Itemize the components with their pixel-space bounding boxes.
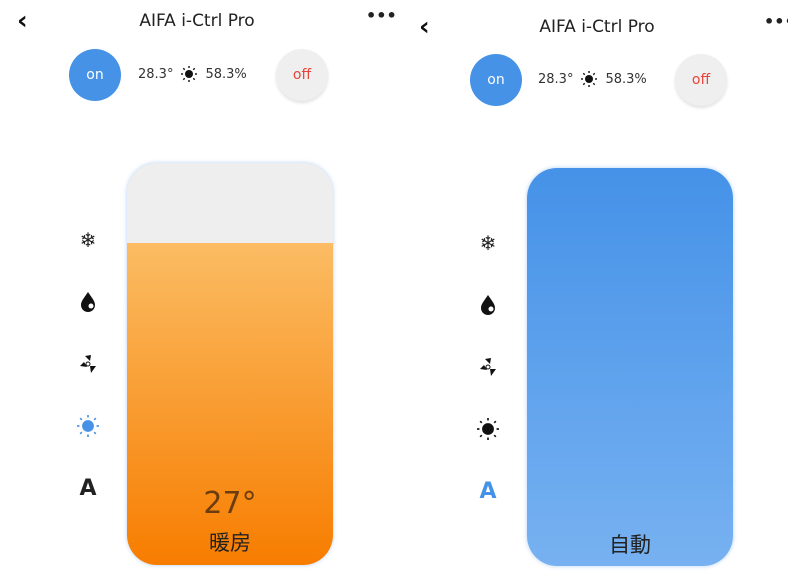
status-readout: 28.3° 58.3%	[138, 66, 247, 82]
temperature-reading: 28.3°	[538, 71, 574, 87]
sun-icon	[477, 418, 499, 440]
mode-dry-button[interactable]	[76, 290, 100, 314]
mode-label: 暖房	[209, 531, 251, 555]
screen-auto: ‹ AIFA i-Ctrl Pro ••• on 28.3° 58.3% off…	[400, 0, 788, 575]
snowflake-icon: ❄	[79, 228, 97, 252]
mode-cool-button[interactable]: ❄	[476, 231, 500, 255]
temperature-reading: 28.3°	[138, 66, 174, 82]
temperature-slider[interactable]: 27° 暖房	[127, 163, 333, 565]
mode-panel[interactable]: 自動	[527, 168, 733, 566]
mode-auto-button[interactable]: A	[476, 478, 500, 504]
app-title: AIFA i-Ctrl Pro	[139, 11, 255, 31]
off-button[interactable]: off	[276, 49, 328, 101]
sun-icon	[181, 66, 198, 82]
humidity-reading: 58.3%	[205, 66, 247, 82]
mode-auto-button[interactable]: A	[76, 475, 100, 501]
mode-heat-button[interactable]	[476, 417, 500, 441]
auto-a-icon: A	[79, 475, 97, 501]
fan-icon	[80, 355, 96, 373]
mode-fan-button[interactable]	[476, 355, 500, 379]
app-title: AIFA i-Ctrl Pro	[539, 17, 655, 37]
screen-heat: ‹ AIFA i-Ctrl Pro ••• on 28.3° 58.3% off…	[0, 0, 397, 575]
sun-icon	[77, 415, 99, 437]
more-button[interactable]: •••	[764, 12, 788, 31]
on-button[interactable]: on	[470, 54, 522, 106]
on-button[interactable]: on	[69, 49, 121, 101]
mode-label: 自動	[609, 533, 651, 557]
humidity-reading: 58.3%	[605, 71, 647, 87]
more-button[interactable]: •••	[366, 6, 397, 25]
mode-fan-button[interactable]	[76, 352, 100, 376]
drop-icon	[481, 295, 495, 315]
sun-icon	[581, 71, 598, 87]
auto-a-icon: A	[479, 478, 497, 504]
mode-dry-button[interactable]	[476, 293, 500, 317]
status-readout: 28.3° 58.3%	[538, 71, 647, 87]
snowflake-icon: ❄	[479, 231, 497, 255]
mode-cool-button[interactable]: ❄	[76, 228, 100, 252]
fan-icon	[480, 358, 496, 376]
drop-icon	[81, 292, 95, 312]
off-button[interactable]: off	[675, 54, 727, 106]
set-temperature: 27°	[203, 486, 257, 521]
mode-heat-button[interactable]	[76, 414, 100, 438]
